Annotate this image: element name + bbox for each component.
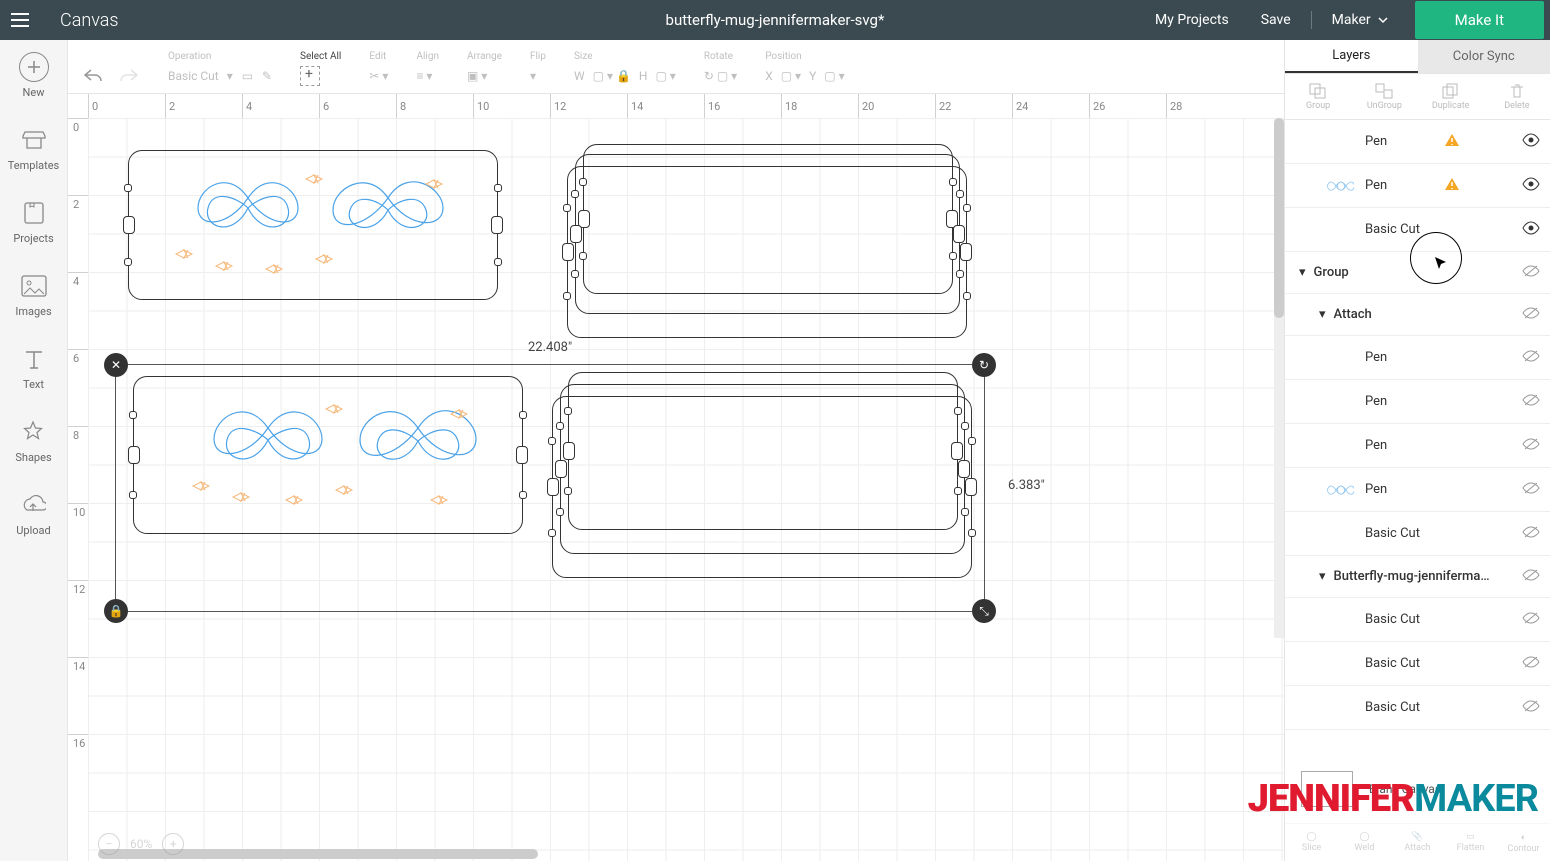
zoom-out-button[interactable]: − [98,833,120,855]
watermark: JENNIFERMAKER [1248,777,1538,821]
ruler-vertical: 0246810121416 [68,118,88,861]
shapes-button[interactable]: Shapes [15,417,51,464]
layer-group-header[interactable]: ▾Group [1285,252,1550,294]
redo-icon[interactable] [118,67,140,85]
rotate-group: Rotate↻ ▢ ▾ [704,51,737,87]
layer-item[interactable]: Pen [1285,424,1550,468]
save-button[interactable]: Save [1245,12,1307,28]
position-group: PositionX ▢ ▾ Y ▢ ▾ [765,51,844,87]
visibility-toggle-icon[interactable] [1522,393,1540,411]
visibility-toggle-icon[interactable] [1522,611,1540,629]
machine-label: Maker [1332,12,1371,28]
layer-item[interactable]: Pen [1285,164,1550,208]
visibility-toggle-icon[interactable] [1522,177,1540,195]
ruler-horizontal: 0246810121416182022242628 [88,94,1284,118]
weld-button[interactable]: ◯Weld [1338,824,1391,861]
document-title[interactable]: butterfly-mug-jennifermaker-svg* [666,11,885,29]
visibility-toggle-icon[interactable] [1522,481,1540,499]
canvas-area[interactable]: 0246810121416182022242628 0246810121416 [68,94,1284,861]
width-dimension: 22.408" [528,340,572,355]
visibility-toggle-icon[interactable] [1522,655,1540,673]
make-it-button[interactable]: Make It [1415,1,1544,39]
layer-item[interactable]: Basic Cut [1285,208,1550,252]
layer-group-header[interactable]: ▾Butterfly-mug-jenniferma… [1285,556,1550,598]
vertical-scrollbar[interactable] [1274,118,1284,638]
contour-button[interactable]: ◐Contour [1497,824,1550,861]
layer-group-header[interactable]: ▾Attach [1285,294,1550,336]
my-projects-link[interactable]: My Projects [1139,12,1245,28]
delete-button[interactable]: Delete [1484,74,1550,119]
zoom-controls: − 60% + [98,833,184,855]
slice-button[interactable]: ◯Slice [1285,824,1338,861]
left-toolbar: New Templates Projects Images Text Shape… [0,40,68,861]
app-title: Canvas [60,10,119,31]
layer-item[interactable]: Pen [1285,380,1550,424]
upload-button[interactable]: Upload [16,490,50,537]
resize-handle-icon[interactable]: ⤡ [972,599,996,623]
layer-item[interactable]: Pen [1285,468,1550,512]
flatten-button[interactable]: ▭Flatten [1444,824,1497,861]
rotate-handle-icon[interactable]: ↻ [972,353,996,377]
zoom-in-button[interactable]: + [162,833,184,855]
layer-item[interactable]: Basic Cut [1285,512,1550,556]
visibility-toggle-icon[interactable] [1522,525,1540,543]
layer-item[interactable]: Basic Cut [1285,686,1550,730]
top-bar: Canvas butterfly-mug-jennifermaker-svg* … [0,0,1550,40]
butterfly-art-icon [128,158,498,298]
templates-button[interactable]: Templates [8,125,59,172]
visibility-toggle-icon[interactable] [1522,133,1540,151]
visibility-toggle-icon[interactable] [1522,264,1540,282]
visibility-toggle-icon[interactable] [1522,221,1540,239]
ungroup-button[interactable]: UnGroup [1351,74,1417,119]
right-panel: Layers Color Sync Group UnGroup Duplicat… [1284,40,1550,861]
duplicate-button[interactable]: Duplicate [1418,74,1484,119]
warning-icon [1444,177,1460,195]
arrange-group: Arrange▣ ▾ [467,51,502,87]
align-group: Align≡ ▾ [416,51,439,87]
attach-button[interactable]: 📎Attach [1391,824,1444,861]
visibility-toggle-icon[interactable] [1522,699,1540,717]
layer-item[interactable]: Pen [1285,120,1550,164]
new-button[interactable]: New [19,52,49,99]
edit-toolbar: OperationBasic Cut ▾ ▭ ✎ Select All Edit… [68,40,1284,94]
text-button[interactable]: Text [19,344,49,391]
lock-handle-icon[interactable]: 🔒 [104,599,128,623]
layer-list: PenPenBasic Cut▾Group▾AttachPenPenPenPen… [1285,120,1550,755]
size-group: SizeW ▢ ▾ 🔒 H ▢ ▾ [574,51,676,87]
layer-item[interactable]: Basic Cut [1285,642,1550,686]
divider [1311,11,1312,29]
zoom-level: 60% [130,837,152,851]
delete-handle-icon[interactable]: ✕ [104,353,128,377]
height-dimension: 6.383" [1008,478,1045,493]
images-button[interactable]: Images [15,271,51,318]
layer-item[interactable]: Basic Cut [1285,598,1550,642]
visibility-toggle-icon[interactable] [1522,306,1540,324]
tab-layers[interactable]: Layers [1285,40,1418,73]
butterfly-art-icon [143,386,523,531]
visibility-toggle-icon[interactable] [1522,349,1540,367]
edit-group: Edit✂ ▾ [369,51,388,87]
layer-item[interactable]: Pen [1285,336,1550,380]
visibility-toggle-icon[interactable] [1522,437,1540,455]
projects-button[interactable]: Projects [13,198,53,245]
flip-group: Flip▾ [530,51,546,87]
group-button[interactable]: Group [1285,74,1351,119]
operation-group: OperationBasic Cut ▾ ▭ ✎ [168,51,272,87]
machine-selector[interactable]: Maker [1316,12,1405,28]
warning-icon [1444,133,1460,151]
hamburger-menu[interactable] [0,0,40,40]
undo-icon[interactable] [82,67,104,85]
tab-colorsync[interactable]: Color Sync [1418,40,1550,73]
visibility-toggle-icon[interactable] [1522,568,1540,586]
chevron-down-icon [1377,14,1389,26]
select-all-button[interactable]: Select All [300,51,341,87]
